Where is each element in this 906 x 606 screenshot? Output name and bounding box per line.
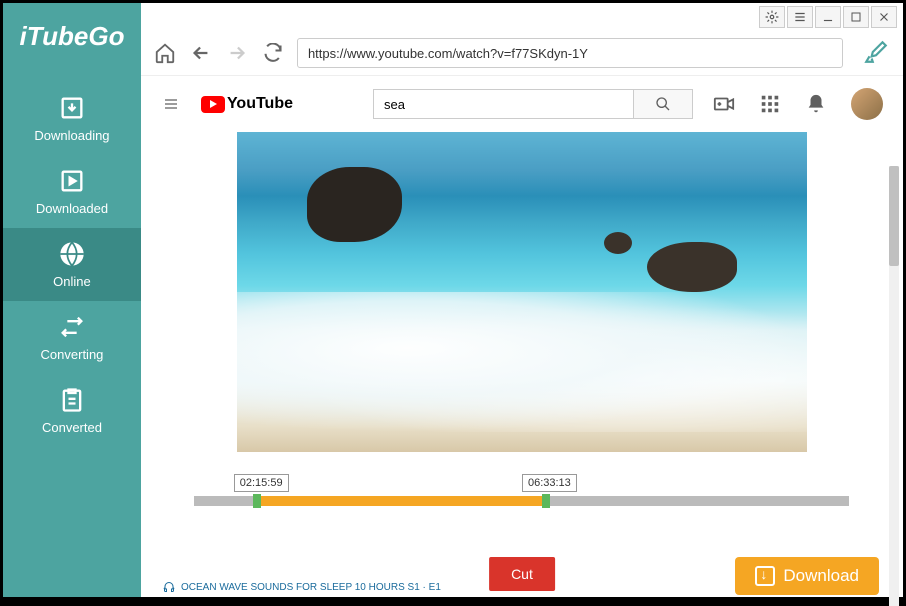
video-thumbnail[interactable]	[237, 132, 807, 452]
sidebar-item-converted[interactable]: Converted	[3, 374, 141, 447]
sidebar: iTubeGo Downloading Downloaded Online Co…	[3, 3, 141, 597]
file-icon	[58, 167, 86, 195]
decorative-rock	[307, 167, 402, 242]
maximize-icon	[850, 11, 862, 23]
sidebar-item-downloaded[interactable]: Downloaded	[3, 155, 141, 228]
titlebar	[141, 3, 903, 31]
timeline-end-label: 06:33:13	[522, 474, 577, 492]
apps-icon[interactable]	[759, 93, 781, 115]
avatar[interactable]	[851, 88, 883, 120]
timeline-track[interactable]	[194, 496, 849, 506]
globe-icon	[58, 240, 86, 268]
close-icon	[877, 10, 891, 24]
sidebar-item-label: Downloading	[34, 128, 109, 143]
convert-icon	[58, 313, 86, 341]
gear-icon	[765, 10, 779, 24]
youtube-logo-text: YouTube	[227, 95, 293, 113]
timeline-end-handle[interactable]	[542, 494, 550, 508]
decorative-foam	[237, 292, 807, 432]
scrollbar[interactable]	[889, 166, 899, 606]
arrow-left-icon	[190, 42, 212, 64]
sidebar-item-label: Converting	[41, 347, 104, 362]
sidebar-item-label: Downloaded	[36, 201, 108, 216]
search-input[interactable]	[373, 89, 633, 119]
video-container: 02:15:59 06:33:13	[141, 132, 903, 543]
forward-button[interactable]	[225, 41, 249, 65]
youtube-play-icon	[201, 96, 225, 113]
timeline-start-handle[interactable]	[253, 494, 261, 508]
arrow-right-icon	[226, 42, 248, 64]
url-input[interactable]	[297, 38, 843, 68]
bell-icon[interactable]	[805, 93, 827, 115]
brush-icon	[863, 39, 889, 65]
search-icon	[655, 96, 671, 112]
maximize-button[interactable]	[843, 6, 869, 28]
settings-button[interactable]	[759, 6, 785, 28]
download-icon	[58, 94, 86, 122]
main-area: YouTube	[141, 3, 903, 597]
download-button[interactable]: Download	[735, 557, 879, 595]
search-container	[373, 89, 693, 119]
youtube-logo[interactable]: YouTube	[201, 95, 293, 113]
youtube-actions	[713, 88, 883, 120]
video-title[interactable]: OCEAN WAVE SOUNDS FOR SLEEP 10 HOURS S1 …	[181, 582, 441, 593]
minimize-button[interactable]	[815, 6, 841, 28]
timeline-selection	[253, 496, 541, 506]
search-button[interactable]	[633, 89, 693, 119]
headphones-icon	[163, 581, 175, 593]
clear-button[interactable]	[863, 39, 891, 67]
sidebar-item-downloading[interactable]: Downloading	[3, 82, 141, 155]
sidebar-item-label: Converted	[42, 420, 102, 435]
footer-title: OCEAN WAVE SOUNDS FOR SLEEP 10 HOURS S1 …	[163, 581, 441, 593]
minimize-icon	[821, 10, 835, 24]
download-label: Download	[783, 566, 859, 586]
decorative-rock	[604, 232, 632, 254]
sidebar-item-converting[interactable]: Converting	[3, 301, 141, 374]
decorative-rock	[647, 242, 737, 292]
youtube-page: YouTube	[141, 75, 903, 597]
sidebar-item-online[interactable]: Online	[3, 228, 141, 301]
menu-button[interactable]	[787, 6, 813, 28]
refresh-button[interactable]	[261, 41, 285, 65]
refresh-icon	[263, 43, 283, 63]
back-button[interactable]	[189, 41, 213, 65]
hamburger-icon[interactable]	[161, 96, 181, 112]
cut-button[interactable]: Cut	[489, 557, 555, 591]
download-icon	[755, 566, 775, 586]
browser-navbar	[141, 31, 903, 75]
close-button[interactable]	[871, 6, 897, 28]
sidebar-item-label: Online	[53, 274, 91, 289]
home-button[interactable]	[153, 41, 177, 65]
scrollbar-thumb[interactable]	[889, 166, 899, 266]
menu-icon	[793, 10, 807, 24]
clipboard-icon	[58, 386, 86, 414]
cut-timeline: 02:15:59 06:33:13	[194, 474, 849, 506]
youtube-header: YouTube	[141, 76, 903, 132]
create-icon[interactable]	[713, 93, 735, 115]
app-logo: iTubeGo	[19, 21, 124, 52]
home-icon	[154, 42, 176, 64]
timeline-start-label: 02:15:59	[234, 474, 289, 492]
